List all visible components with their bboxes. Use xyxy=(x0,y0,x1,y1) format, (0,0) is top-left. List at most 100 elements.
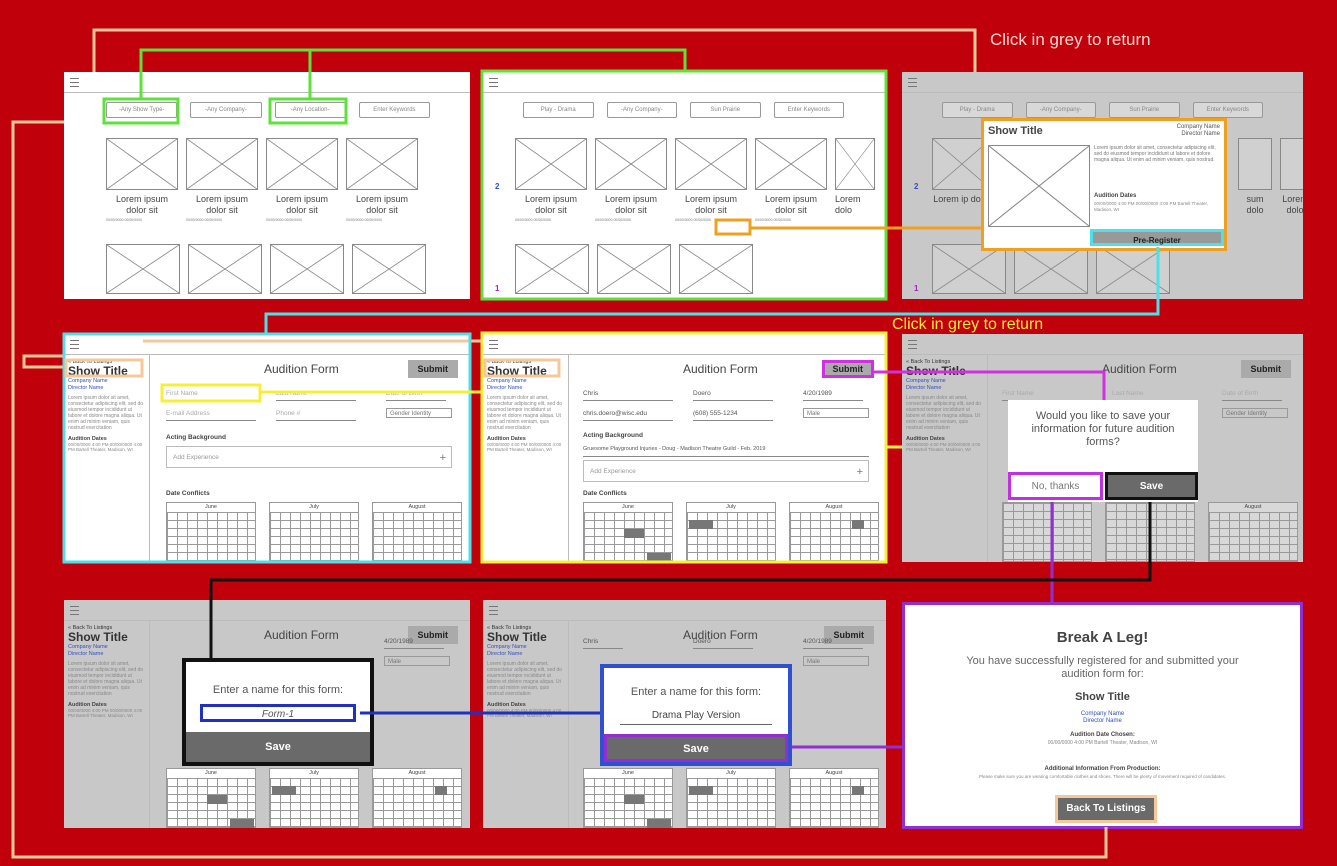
gender-select[interactable]: Male xyxy=(384,656,450,666)
listing-card[interactable]: Lorem ipsum dolor sit 00/00/0000 00/00/00… xyxy=(675,138,747,222)
dob-field[interactable]: Date of Birth xyxy=(1222,390,1282,401)
first-name-field[interactable]: Chris xyxy=(583,390,673,401)
calendar-july[interactable]: July xyxy=(686,768,776,828)
first-name-field[interactable]: First Name xyxy=(166,390,256,401)
listing-card[interactable]: Lorem ipsum dolor sit 00/00/0000 00/00/00… xyxy=(346,138,418,222)
save-button[interactable]: Save xyxy=(1105,472,1198,500)
calendar-grid[interactable] xyxy=(373,778,461,827)
email-field[interactable]: chris.doero@wisc.edu xyxy=(583,410,673,421)
pre-register-button[interactable]: Pre-Register xyxy=(1090,229,1224,246)
calendar-august[interactable]: August xyxy=(789,502,879,562)
conflict-day[interactable] xyxy=(689,520,713,529)
last-name-field[interactable]: Last Name xyxy=(276,390,356,401)
filter-keywords[interactable]: Enter Keywords xyxy=(1192,102,1263,118)
calendar-july[interactable]: July xyxy=(269,768,359,828)
plus-icon[interactable]: + xyxy=(857,461,863,483)
image-placeholder[interactable] xyxy=(932,244,1006,294)
add-experience-field[interactable]: Add Experience + xyxy=(166,446,452,468)
conflict-day[interactable] xyxy=(852,786,864,795)
calendar-grid[interactable] xyxy=(790,778,878,827)
menu-icon[interactable] xyxy=(489,78,498,87)
plus-icon[interactable]: + xyxy=(440,447,446,469)
image-placeholder[interactable] xyxy=(1014,244,1088,294)
image-placeholder[interactable] xyxy=(188,244,262,294)
filter-company[interactable]: -Any Company- xyxy=(190,102,262,118)
calendar-august[interactable]: August xyxy=(372,768,462,828)
image-placeholder[interactable] xyxy=(515,244,589,294)
conflict-day[interactable] xyxy=(435,786,447,795)
dob-field[interactable]: Date of Birth xyxy=(386,390,446,401)
gender-select[interactable]: Male xyxy=(803,408,869,418)
first-name-field[interactable]: Chris xyxy=(583,638,623,649)
calendar-grid[interactable] xyxy=(1106,503,1194,561)
calendar-june[interactable]: June xyxy=(583,502,673,562)
calendar-june[interactable]: June xyxy=(166,502,256,562)
listing-card[interactable]: Lorem ipsum dolor sit 00/00/0000 00/00/00… xyxy=(755,138,827,222)
calendar-june[interactable]: June xyxy=(583,768,673,828)
calendar-july[interactable]: July xyxy=(269,502,359,562)
listing-card[interactable]: sum dolo xyxy=(1238,138,1272,216)
dob-field[interactable]: 4/20/1989 xyxy=(384,638,444,649)
add-experience-field[interactable]: Add Experience + xyxy=(583,460,869,482)
conflict-day[interactable] xyxy=(624,529,644,538)
filter-keywords[interactable]: Enter Keywords xyxy=(773,102,844,118)
conflict-day[interactable] xyxy=(647,819,671,828)
filter-location[interactable]: Sun Prairie xyxy=(690,102,761,118)
form-name-input[interactable]: Form-1 xyxy=(200,704,356,722)
last-name-field[interactable]: Doero xyxy=(693,638,753,649)
listing-card[interactable]: Lorem ipsum dolor sit 00/00/0000 00/00/00… xyxy=(106,138,178,222)
image-placeholder[interactable] xyxy=(679,244,753,294)
menu-icon[interactable] xyxy=(70,340,79,349)
filter-location[interactable]: Sun Prairie xyxy=(1109,102,1180,118)
menu-icon[interactable] xyxy=(908,340,917,349)
listing-card[interactable]: Lorem dolo xyxy=(1280,138,1303,216)
filter-keywords[interactable]: Enter Keywords xyxy=(358,102,430,118)
conflict-day[interactable] xyxy=(647,553,671,562)
calendar-august[interactable]: August xyxy=(789,768,879,828)
calendar-june[interactable] xyxy=(1002,502,1092,562)
conflict-day[interactable] xyxy=(689,786,713,795)
experience-entry[interactable]: Gruesome Playground Injuries - Doug - Ma… xyxy=(583,446,869,457)
filter-company[interactable]: -Any Company- xyxy=(1025,102,1096,118)
calendar-grid[interactable] xyxy=(1003,503,1091,561)
filter-show-type[interactable]: -Any Show Type- xyxy=(106,102,178,118)
filter-show-type[interactable]: Play - Drama xyxy=(942,102,1013,118)
conflict-day[interactable] xyxy=(230,819,254,828)
submit-button[interactable]: Submit xyxy=(821,360,874,378)
image-placeholder[interactable] xyxy=(1096,244,1170,294)
form-name-input[interactable]: Drama Play Version xyxy=(620,708,772,725)
phone-field[interactable]: (608) 555-1234 xyxy=(693,410,773,421)
back-to-listings-button[interactable]: Back To Listings xyxy=(1055,795,1157,823)
phone-field[interactable]: Phone # xyxy=(276,410,356,421)
gender-select[interactable]: Gender Identity xyxy=(1222,408,1288,418)
filter-show-type[interactable]: Play - Drama xyxy=(523,102,594,118)
menu-icon[interactable] xyxy=(908,78,917,87)
listing-card[interactable]: Lorem ipsum dolor sit 00/00/0000 00/00/00… xyxy=(595,138,667,222)
filter-company[interactable]: -Any Company- xyxy=(606,102,677,118)
save-form-name-button[interactable]: Save xyxy=(186,732,370,762)
last-name-field[interactable]: Doero xyxy=(693,390,773,401)
submit-button[interactable]: Submit xyxy=(407,360,458,378)
email-field[interactable]: E-mail Address xyxy=(166,410,256,421)
calendar-grid[interactable] xyxy=(270,512,358,561)
listing-card[interactable]: Lorem ipsum dolor sit 00/00/0000 00/00/00… xyxy=(515,138,587,222)
menu-icon[interactable] xyxy=(70,606,79,615)
submit-button[interactable]: Submit xyxy=(1240,360,1291,378)
image-placeholder[interactable] xyxy=(270,244,344,294)
calendar-august[interactable]: August xyxy=(1208,502,1298,562)
conflict-day[interactable] xyxy=(852,520,864,529)
no-thanks-button[interactable]: No, thanks xyxy=(1008,472,1103,500)
conflict-day[interactable] xyxy=(272,786,296,795)
dob-field[interactable]: 4/20/1989 xyxy=(803,638,863,649)
menu-icon[interactable] xyxy=(489,606,498,615)
gender-select[interactable]: Gender Identity xyxy=(386,408,452,418)
calendar-july[interactable]: July xyxy=(686,502,776,562)
conflict-day[interactable] xyxy=(207,795,227,804)
image-placeholder[interactable] xyxy=(106,244,180,294)
listing-card[interactable]: Lorem ipsum dolor sit 00/00/0000 00/00/00… xyxy=(266,138,338,222)
calendar-grid[interactable] xyxy=(1209,512,1297,561)
menu-icon[interactable] xyxy=(70,78,79,87)
save-form-name-button[interactable]: Save xyxy=(604,734,788,762)
image-placeholder[interactable] xyxy=(352,244,426,294)
calendar-july[interactable] xyxy=(1105,502,1195,562)
